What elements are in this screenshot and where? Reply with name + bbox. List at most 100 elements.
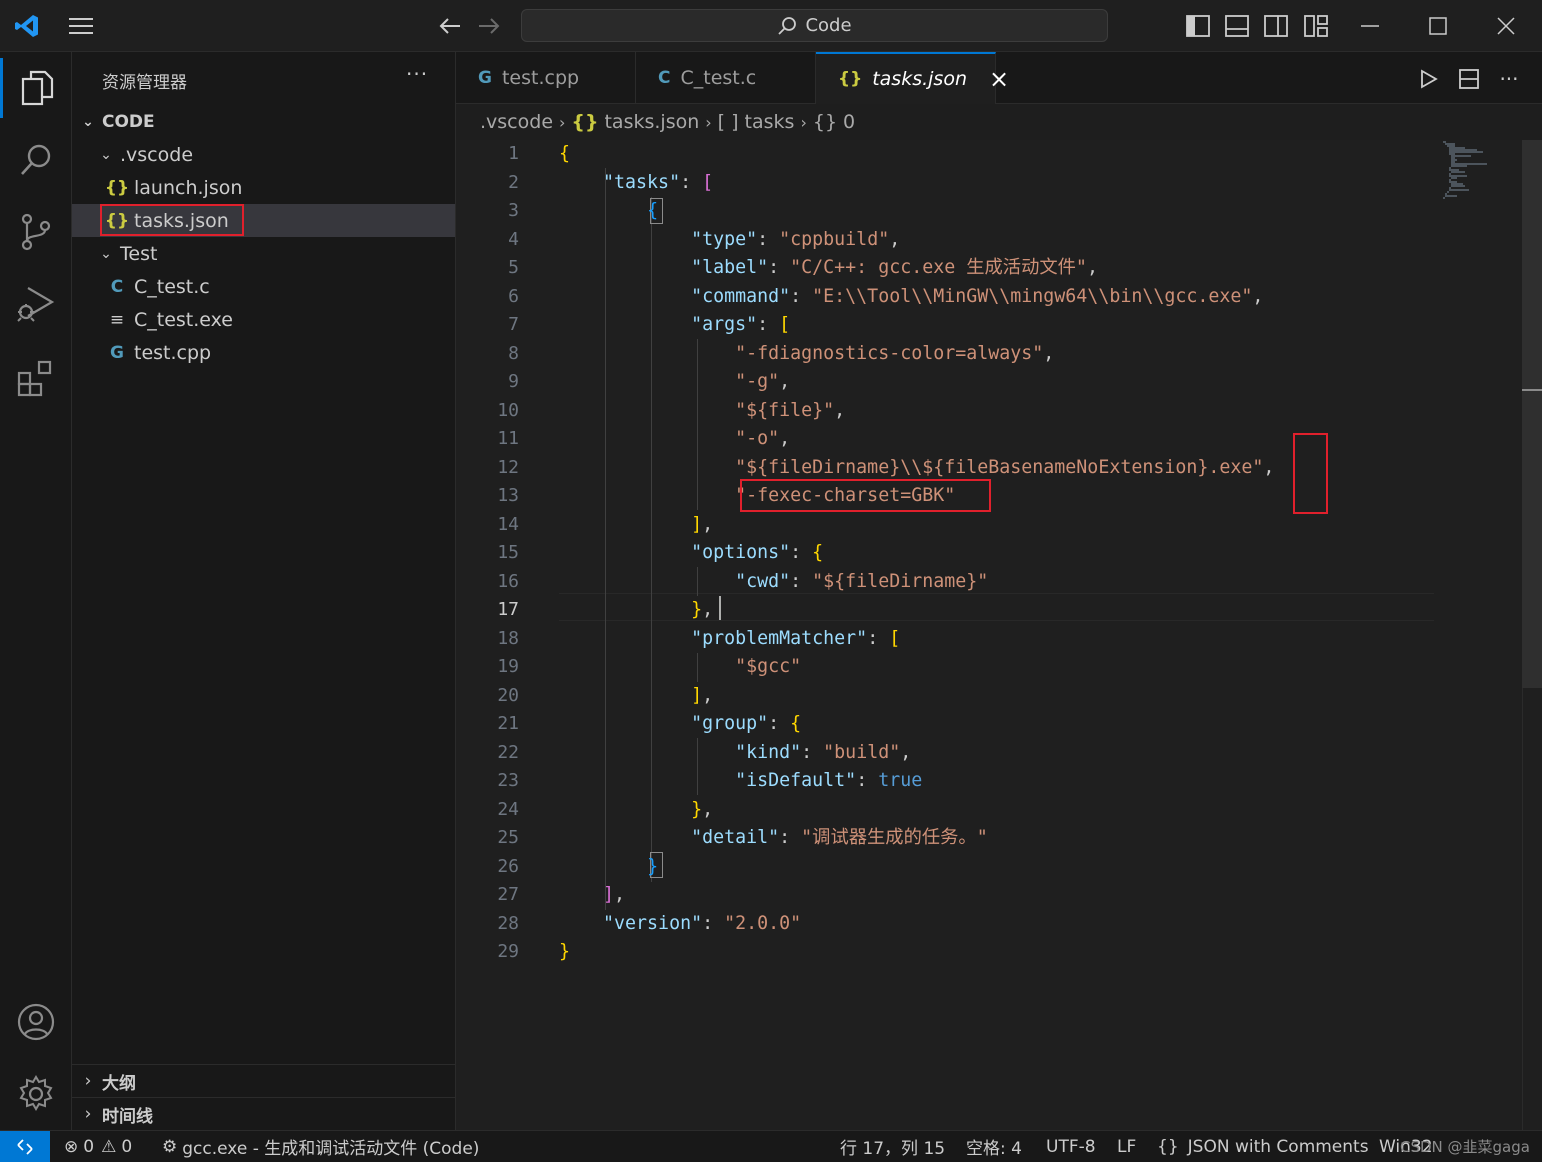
chevron-down-icon: ⌄ <box>82 113 94 130</box>
minimize-icon[interactable] <box>1356 12 1384 40</box>
outline-section[interactable]: › 大纲 <box>72 1064 455 1097</box>
maximize-icon[interactable] <box>1424 12 1452 40</box>
code-token: , <box>779 371 791 392</box>
file-c-test-exe[interactable]: ≡ C_test.exe <box>72 303 455 336</box>
code-text: "group": { <box>559 710 801 739</box>
code-line[interactable]: 17 }, <box>456 596 1542 625</box>
tab-tasks-json[interactable]: {} tasks.json × <box>816 52 1009 104</box>
code-line[interactable]: 27 ], <box>456 881 1542 910</box>
code-line[interactable]: 10 "${file}", <box>456 397 1542 426</box>
code-line[interactable]: 28 "version": "2.0.0" <box>456 910 1542 939</box>
remote-indicator-icon[interactable] <box>0 1131 50 1162</box>
warning-count: 0 <box>121 1136 133 1157</box>
code-line[interactable]: 20 ], <box>456 682 1542 711</box>
chevron-down-icon: ⌄ <box>100 146 112 163</box>
cursor-position[interactable]: 行 17，列 15 <box>840 1131 945 1162</box>
code-text: "kind": "build", <box>559 739 911 768</box>
file-launch-json[interactable]: {} launch.json <box>72 171 455 204</box>
close-tab-icon[interactable]: × <box>989 65 1009 93</box>
code-line[interactable]: 29} <box>456 938 1542 967</box>
toggle-primary-sidebar-icon[interactable] <box>1184 12 1212 40</box>
command-center-search[interactable]: Code <box>521 9 1108 42</box>
breadcrumb-tasks-json[interactable]: tasks.json <box>604 111 699 133</box>
watermark: CSDN @韭菜gaga <box>1400 1138 1530 1156</box>
code-line[interactable]: 21 "group": { <box>456 710 1542 739</box>
code-line[interactable]: 15 "options": { <box>456 539 1542 568</box>
code-line[interactable]: 12 "${fileDirname}\\${fileBasenameNoExte… <box>456 454 1542 483</box>
more-actions-icon[interactable]: ··· <box>1494 66 1524 92</box>
code-line[interactable]: 6 "command": "E:\\Tool\\MinGW\\mingw64\\… <box>456 283 1542 312</box>
breadcrumb-tasks[interactable]: tasks <box>745 111 795 133</box>
encoding-status[interactable]: UTF-8 <box>1046 1131 1096 1162</box>
toggle-secondary-sidebar-icon[interactable] <box>1262 12 1290 40</box>
editor-tab-bar: G test.cpp C C_test.c {} tasks.json × ··… <box>456 52 1542 104</box>
code-line[interactable]: 9 "-g", <box>456 368 1542 397</box>
code-line[interactable]: 23 "isDefault": true <box>456 767 1542 796</box>
tab-c-test-c[interactable]: C C_test.c <box>636 52 816 104</box>
workspace-root[interactable]: ⌄ CODE <box>72 105 455 138</box>
code-text: "options": { <box>559 539 823 568</box>
scrollbar-cursor-marker <box>1522 389 1542 391</box>
code-line[interactable]: 14 ], <box>456 511 1542 540</box>
code-token: "-fdiagnostics-color=always" <box>735 342 1044 364</box>
code-text: ], <box>559 881 625 910</box>
code-line[interactable]: 22 "kind": "build", <box>456 739 1542 768</box>
extensions-icon[interactable] <box>0 348 72 408</box>
explorer-title: 资源管理器 <box>102 73 187 93</box>
code-line[interactable]: 26 } <box>456 853 1542 882</box>
folder-test[interactable]: ⌄ Test <box>72 237 455 270</box>
file-test-cpp[interactable]: G test.cpp <box>72 336 455 369</box>
close-window-icon[interactable] <box>1492 12 1520 40</box>
code-editor[interactable]: 1{2 "tasks": [3 {4 "type": "cppbuild", 5 … <box>456 140 1542 1130</box>
customize-layout-icon[interactable] <box>1302 12 1330 40</box>
run-and-debug-icon[interactable] <box>0 274 72 334</box>
code-line[interactable]: 24 }, <box>456 796 1542 825</box>
code-line[interactable]: 4 "type": "cppbuild", <box>456 226 1542 255</box>
settings-gear-icon[interactable] <box>0 1064 72 1124</box>
code-line[interactable]: 19 "$gcc" <box>456 653 1542 682</box>
search-icon[interactable] <box>0 130 72 190</box>
run-file-icon[interactable] <box>1414 66 1444 92</box>
toggle-panel-icon[interactable] <box>1223 12 1251 40</box>
folder-vscode[interactable]: ⌄ .vscode <box>72 138 455 171</box>
problems-status[interactable]: ⊗ 0 ⚠ 0 <box>64 1131 132 1162</box>
code-line[interactable]: 13 "-fexec-charset=GBK" <box>456 482 1542 511</box>
line-number: 19 <box>497 656 519 677</box>
task-status[interactable]: ⚙ gcc.exe - 生成和调试活动文件 (Code) <box>162 1131 479 1162</box>
back-arrow-icon[interactable] <box>436 12 464 40</box>
eol-status[interactable]: LF <box>1117 1131 1136 1162</box>
menu-icon[interactable] <box>67 12 95 40</box>
tab-test-cpp[interactable]: G test.cpp <box>456 52 636 104</box>
breadcrumb: .vscode › {} tasks.json › [ ] tasks › {}… <box>456 104 1542 140</box>
code-line[interactable]: 8 "-fdiagnostics-color=always", <box>456 340 1542 369</box>
accounts-icon[interactable] <box>0 992 72 1052</box>
breadcrumb-index[interactable]: 0 <box>843 111 855 133</box>
source-control-icon[interactable] <box>0 202 72 262</box>
split-editor-icon[interactable] <box>1454 66 1484 92</box>
code-line[interactable]: 7 "args": [ <box>456 311 1542 340</box>
code-line[interactable]: 1{ <box>456 140 1542 169</box>
code-line[interactable]: 5 "label": "C/C++: gcc.exe 生成活动文件", <box>456 254 1542 283</box>
code-line[interactable]: 3 { <box>456 197 1542 226</box>
cpp-icon: G <box>478 68 492 88</box>
breadcrumb-vscode[interactable]: .vscode <box>480 111 553 133</box>
json-icon: {} <box>1157 1136 1179 1157</box>
indentation-status[interactable]: 空格: 4 <box>966 1131 1022 1162</box>
code-line[interactable]: 16 "cwd": "${fileDirname}" <box>456 568 1542 597</box>
timeline-section[interactable]: › 时间线 <box>72 1097 455 1130</box>
code-line[interactable]: 18 "problemMatcher": [ <box>456 625 1542 654</box>
code-line[interactable]: 25 "detail": "调试器生成的任务。" <box>456 824 1542 853</box>
line-number: 3 <box>508 200 519 221</box>
code-line[interactable]: 11 "-o", <box>456 425 1542 454</box>
language-label: JSON with Comments <box>1187 1136 1369 1157</box>
forward-arrow-icon[interactable] <box>475 12 503 40</box>
file-c-test-c[interactable]: C C_test.c <box>72 270 455 303</box>
code-line[interactable]: 2 "tasks": [ <box>456 169 1542 198</box>
explorer-icon[interactable] <box>0 58 72 118</box>
language-mode[interactable]: {} JSON with Comments <box>1157 1131 1369 1162</box>
minimap[interactable] <box>1441 140 1521 200</box>
scrollbar-thumb[interactable] <box>1522 140 1542 688</box>
more-actions-icon[interactable]: ··· <box>406 62 428 86</box>
